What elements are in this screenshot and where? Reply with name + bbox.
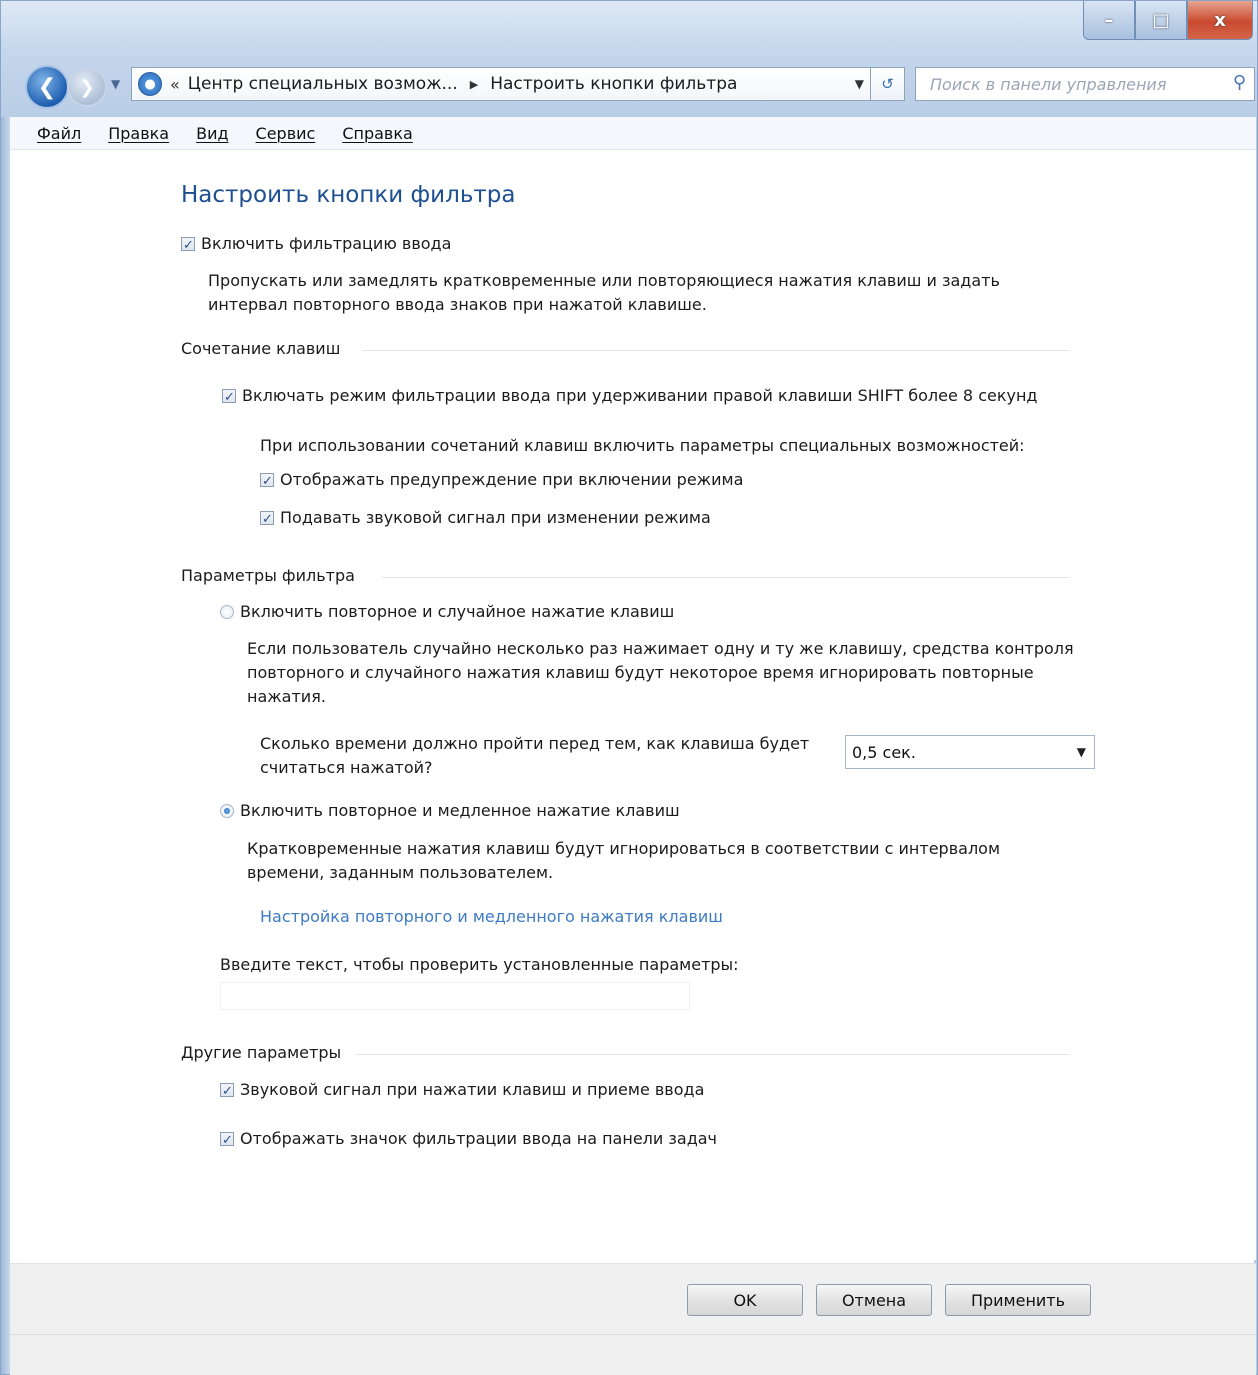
- shortcut-shift-label: Включать режим фильтрации ввода при удер…: [242, 386, 1038, 405]
- shortcut-sound-option[interactable]: Подавать звуковой сигнал при изменении р…: [260, 506, 711, 532]
- control-panel-window: – □ x ❮ ❯ ▼ ● « Центр специальных возмож…: [0, 0, 1258, 1375]
- minimize-button[interactable]: –: [1083, 1, 1135, 40]
- shortcut-warning-label: Отображать предупреждение при включении …: [280, 470, 744, 489]
- breadcrumb-overflow[interactable]: «: [170, 75, 180, 94]
- forward-button[interactable]: ❯: [67, 67, 107, 107]
- bounce-time-label-line-1: Сколько времени должно пройти перед тем,…: [260, 734, 810, 753]
- page-title: Настроить кнопки фильтра: [181, 182, 516, 208]
- other-group-divider: [356, 1054, 1070, 1055]
- menu-edit[interactable]: Правка: [108, 124, 169, 143]
- enable-filter-description: Пропускать или замедлять кратковременные…: [208, 269, 1000, 317]
- bounce-time-label-line-2: считаться нажатой?: [260, 758, 433, 777]
- close-button[interactable]: x: [1187, 1, 1253, 40]
- menu-file[interactable]: Файл: [37, 124, 81, 143]
- bounce-keys-option[interactable]: Включить повторное и случайное нажатие к…: [220, 600, 674, 624]
- enable-filter-desc-line-2: интервал повторного ввода знаков при наж…: [208, 295, 707, 314]
- bounce-time-value: 0,5 сек.: [852, 742, 916, 762]
- close-icon: x: [1214, 9, 1226, 31]
- breadcrumb-current[interactable]: Настроить кнопки фильтра: [490, 74, 737, 94]
- search-input[interactable]: [928, 73, 1222, 95]
- ok-button[interactable]: OK: [687, 1284, 803, 1316]
- bounce-keys-description: Если пользователь случайно несколько раз…: [247, 637, 1074, 709]
- back-arrow-icon: ❮: [37, 74, 57, 100]
- menu-tools[interactable]: Сервис: [256, 124, 316, 143]
- slow-keys-settings-link[interactable]: Настройка повторного и медленного нажати…: [260, 907, 723, 926]
- other-icon-label: Отображать значок фильтрации ввода на па…: [240, 1129, 718, 1148]
- enable-filter-desc-line-1: Пропускать или замедлять кратковременные…: [208, 271, 1000, 290]
- chevron-down-icon: ▼: [1076, 745, 1086, 759]
- other-beep-checkbox[interactable]: [220, 1080, 234, 1104]
- slow-desc-line-1: Кратковременные нажатия клавиш будут игн…: [247, 839, 1001, 858]
- refresh-button[interactable]: ↺: [871, 67, 905, 101]
- shortcut-group-header: Сочетание клавиш: [181, 339, 341, 358]
- other-icon-checkbox[interactable]: [220, 1129, 234, 1153]
- maximize-icon: □: [1152, 9, 1170, 31]
- search-box: ⚲: [915, 67, 1255, 101]
- slow-keys-radio[interactable]: [220, 804, 234, 818]
- test-text-label: Введите текст, чтобы проверить установле…: [220, 955, 739, 974]
- shortcut-warning-option[interactable]: Отображать предупреждение при включении …: [260, 468, 744, 494]
- minimize-icon: –: [1104, 9, 1114, 31]
- cancel-button[interactable]: Отмена: [816, 1284, 932, 1316]
- slow-keys-option[interactable]: Включить повторное и медленное нажатие к…: [220, 799, 680, 823]
- apply-button[interactable]: Применить: [945, 1284, 1091, 1316]
- settings-content: Настроить кнопки фильтра Включить фильтр…: [10, 150, 1256, 1260]
- bounce-desc-line-2: повторного и случайного нажатия клавиш б…: [247, 663, 1034, 682]
- refresh-icon: ↺: [881, 75, 894, 93]
- menu-bar: Файл Правка Вид Сервис Справка: [10, 117, 1256, 150]
- back-button[interactable]: ❮: [25, 65, 69, 109]
- window-left-border: [1, 117, 10, 1374]
- bounce-time-select[interactable]: 0,5 сек. ▼: [845, 735, 1095, 769]
- search-icon[interactable]: ⚲: [1233, 72, 1246, 93]
- maximize-button[interactable]: □: [1135, 1, 1187, 40]
- window-controls: – □ x: [1083, 1, 1253, 41]
- slow-keys-label: Включить повторное и медленное нажатие к…: [240, 801, 680, 820]
- other-beep-option[interactable]: Звуковой сигнал при нажатии клавиш и при…: [220, 1078, 705, 1104]
- shortcut-shift-checkbox[interactable]: [222, 386, 236, 410]
- other-icon-option[interactable]: Отображать значок фильтрации ввода на па…: [220, 1127, 718, 1153]
- slow-keys-description: Кратковременные нажатия клавиш будут игн…: [247, 837, 1000, 885]
- menu-view[interactable]: Вид: [196, 124, 228, 143]
- bounce-time-label: Сколько времени должно пройти перед тем,…: [260, 732, 809, 780]
- bounce-desc-line-1: Если пользователь случайно несколько раз…: [247, 639, 1074, 658]
- slow-desc-line-2: времени, заданным пользователем.: [247, 863, 554, 882]
- address-bar[interactable]: ● « Центр специальных возмож... ▶ Настро…: [131, 67, 871, 101]
- menu-help[interactable]: Справка: [342, 124, 413, 143]
- shortcut-hint: При использовании сочетаний клавиш включ…: [260, 436, 1025, 455]
- bounce-desc-line-3: нажатия.: [247, 687, 326, 706]
- breadcrumb-parent[interactable]: Центр специальных возмож...: [188, 74, 458, 94]
- other-beep-label: Звуковой сигнал при нажатии клавиш и при…: [240, 1080, 705, 1099]
- dialog-footer: OK Отмена Применить: [10, 1263, 1256, 1375]
- breadcrumb-separator-icon[interactable]: ▶: [470, 78, 478, 91]
- shortcut-sound-checkbox[interactable]: [260, 508, 274, 532]
- filter-group-header: Параметры фильтра: [181, 566, 355, 585]
- enable-filter-checkbox[interactable]: [181, 234, 195, 258]
- bounce-keys-label: Включить повторное и случайное нажатие к…: [240, 602, 675, 621]
- history-dropdown-icon[interactable]: ▼: [111, 77, 120, 91]
- shortcut-warning-checkbox[interactable]: [260, 470, 274, 494]
- other-group-header: Другие параметры: [181, 1043, 342, 1062]
- test-text-input[interactable]: [220, 982, 690, 1010]
- bounce-keys-radio[interactable]: [220, 605, 234, 619]
- address-dropdown-icon[interactable]: ▼: [855, 77, 864, 91]
- status-divider: [10, 1334, 1256, 1335]
- shortcut-sound-label: Подавать звуковой сигнал при изменении р…: [280, 508, 711, 527]
- enable-filter-label: Включить фильтрацию ввода: [201, 234, 452, 253]
- shortcut-group-divider: [362, 350, 1070, 351]
- window-frame: – □ x ❮ ❯ ▼ ● « Центр специальных возмож…: [1, 1, 1257, 117]
- enable-filter-option[interactable]: Включить фильтрацию ввода: [181, 232, 452, 258]
- shortcut-shift-option[interactable]: Включать режим фильтрации ввода при удер…: [222, 384, 1038, 410]
- navigation-bar: ❮ ❯ ▼ ● « Центр специальных возмож... ▶ …: [21, 59, 1255, 109]
- filter-group-divider: [382, 577, 1070, 578]
- control-panel-icon: ●: [138, 72, 162, 96]
- forward-arrow-icon: ❯: [79, 76, 95, 98]
